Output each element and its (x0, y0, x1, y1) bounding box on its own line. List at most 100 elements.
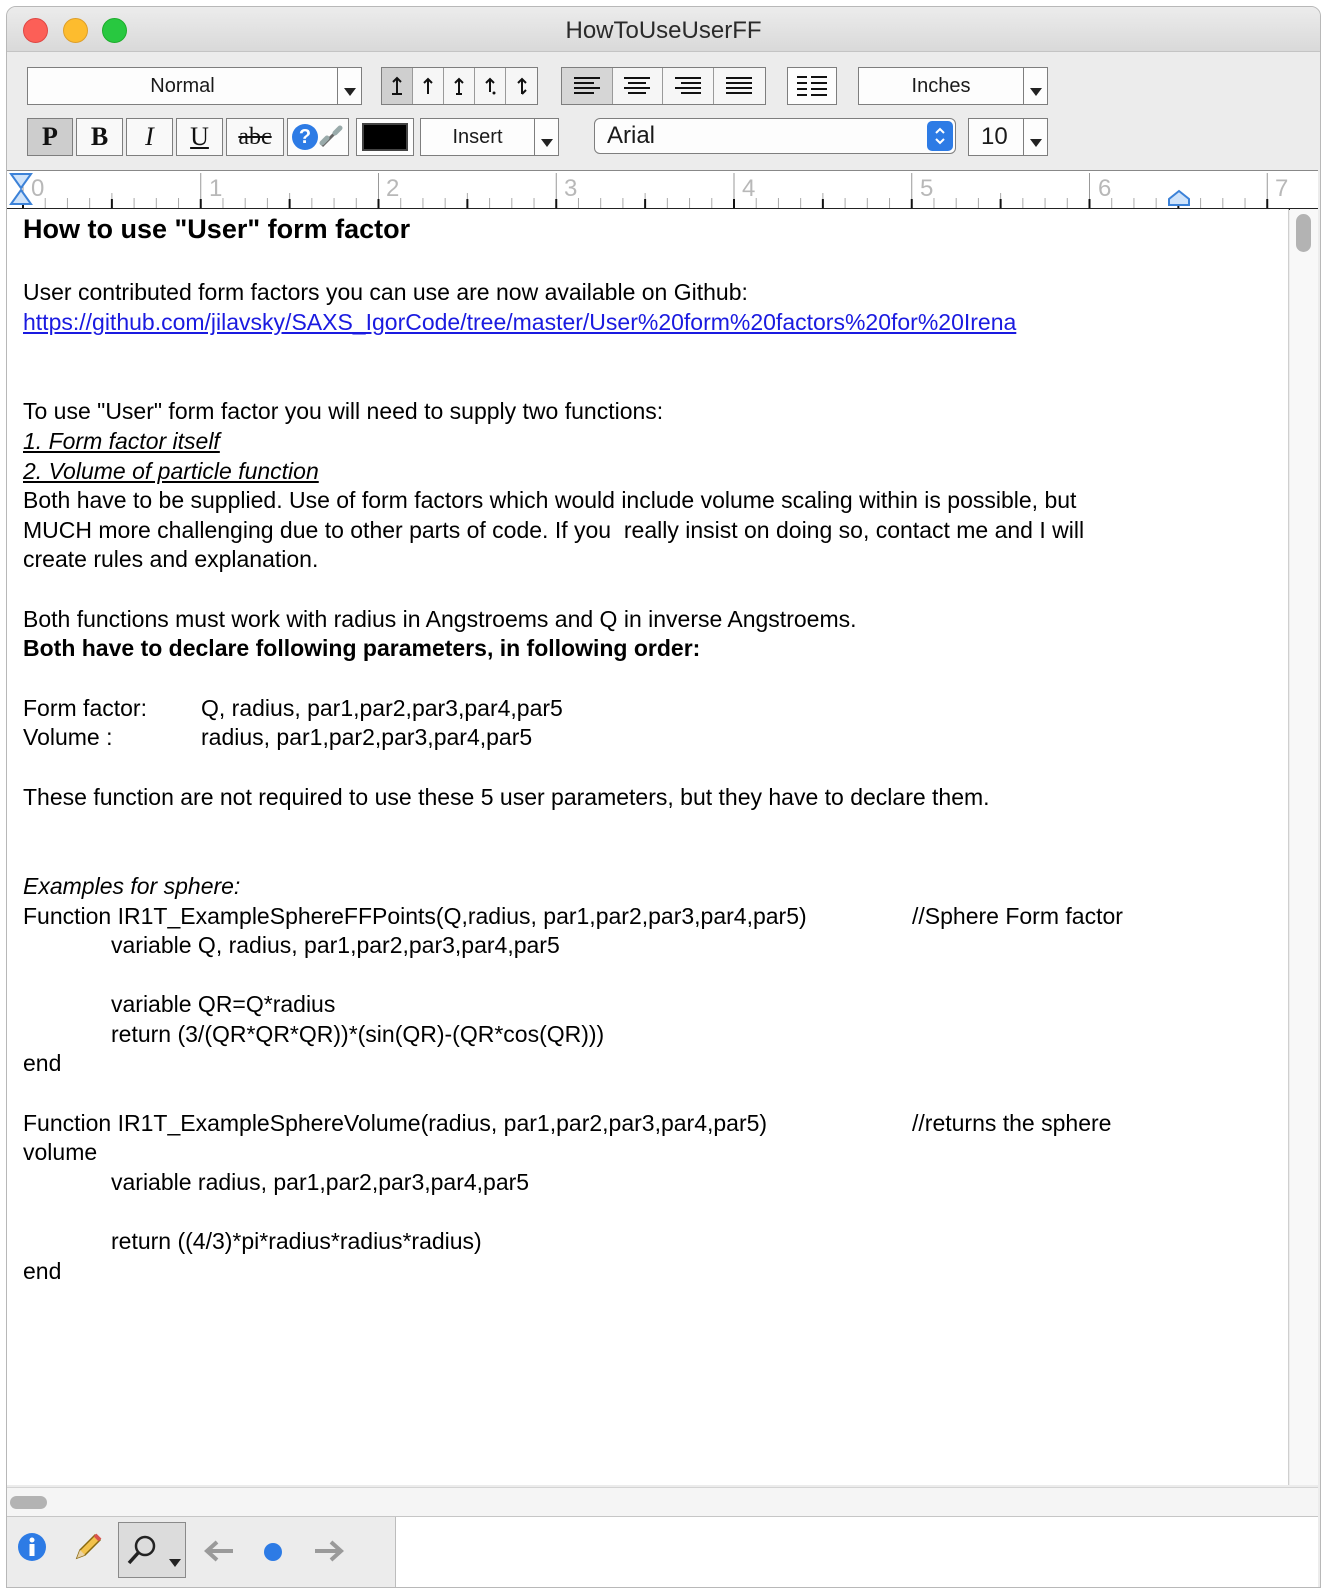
github-link[interactable]: https://github.com/jilavsky/SAXS_IgorCod… (23, 308, 1016, 336)
list-icon (797, 76, 827, 96)
paragraph-line: MUCH more challenging due to other parts… (23, 517, 1085, 543)
code-comment: //returns the sphere (912, 1110, 1112, 1136)
horizontal-scroll-thumb[interactable] (10, 1496, 47, 1509)
units-value: Inches (911, 74, 971, 97)
help-link-button[interactable]: ? (287, 118, 349, 156)
ruler-label: 7 (1275, 175, 1289, 202)
align-justify-icon (726, 77, 753, 94)
parameters-heading: Both have to declare following parameter… (23, 635, 701, 661)
bottom-toolbar (7, 1516, 1318, 1587)
tabs-list-button[interactable] (787, 67, 837, 105)
code-line: variable radius, par1,par2,par3,par4,par… (111, 1169, 530, 1195)
font-select[interactable]: Arial (594, 118, 956, 154)
insert-value: Insert (452, 125, 503, 148)
vertical-scroll-thumb[interactable] (1296, 214, 1311, 252)
arrow-up-icon (423, 77, 433, 94)
code-line: volume (23, 1139, 98, 1165)
list-item-form-factor: 1. Form factor itself (23, 428, 220, 454)
forward-arrow-icon[interactable] (313, 1538, 345, 1564)
intro-text: User contributed form factors you can us… (23, 279, 748, 305)
arrow-up-icon (516, 77, 527, 95)
window-title: HowToUseUserFF (565, 17, 762, 44)
alignment-button-group (561, 67, 766, 105)
ruler-label: 0 (31, 175, 45, 202)
search-icon (127, 1535, 156, 1565)
plain-text-button[interactable]: P (27, 118, 73, 156)
examples-heading: Examples for sphere: (23, 873, 241, 899)
ruler-label: 3 (564, 175, 578, 202)
chevron-down-icon (1023, 119, 1047, 155)
paragraph-style-select[interactable]: Normal (27, 67, 362, 105)
color-button[interactable] (356, 118, 414, 156)
italic-button[interactable]: I (126, 118, 173, 156)
search-button[interactable] (118, 1522, 186, 1578)
line-spacing-icon (392, 76, 402, 95)
code-line: return ((4/3)*pi*radius*radius*radius) (111, 1228, 482, 1254)
pencil-icon[interactable] (71, 1530, 105, 1564)
spacing-up-button[interactable] (413, 68, 444, 104)
code-line: variable QR=Q*radius (111, 991, 336, 1017)
ruler-ticks (22, 173, 1269, 208)
spacing-before-button[interactable] (475, 68, 506, 104)
chevron-down-icon (337, 68, 361, 104)
code-comment: //Sphere Form factor (912, 903, 1123, 929)
units-select[interactable]: Inches (858, 67, 1048, 105)
align-right-icon (674, 77, 701, 94)
form-factor-label: Form factor: (23, 695, 147, 721)
info-icon[interactable] (16, 1531, 48, 1563)
functions-intro-text: To use "User" form factor you will need … (23, 398, 664, 424)
list-item-volume: 2. Volume of particle function (23, 458, 319, 484)
paragraph-line: Both have to be supplied. Use of form fa… (23, 487, 1077, 513)
spacing-after-button[interactable] (506, 68, 537, 104)
code-line: return (3/(QR*QR*QR))*(sin(QR)-(QR*cos(Q… (111, 1021, 605, 1047)
ruler-label: 5 (920, 175, 934, 202)
align-left-button[interactable] (562, 68, 613, 104)
volume-label: Volume : (23, 724, 113, 750)
font-size-select[interactable]: 10 (968, 118, 1048, 156)
align-right-button[interactable] (663, 68, 714, 104)
code-line: Function IR1T_ExampleSphereFFPoints(Q,ra… (23, 903, 807, 929)
volume-params: radius, par1,par2,par3,par4,par5 (201, 724, 533, 750)
note-text: These function are not required to use t… (23, 784, 990, 810)
code-line: end (23, 1050, 62, 1076)
code-line: Function IR1T_ExampleSphereVolume(radius… (23, 1110, 768, 1136)
current-position-icon[interactable] (262, 1541, 284, 1563)
document-window: HowToUseUserFF Normal Inches P B I U abc… (6, 6, 1321, 1588)
title-bar[interactable]: HowToUseUserFF (7, 7, 1320, 52)
insert-select[interactable]: Insert (420, 118, 559, 156)
spacing-single-button[interactable] (382, 68, 413, 104)
align-center-button[interactable] (613, 68, 663, 104)
strikethrough-button[interactable]: abc (226, 118, 284, 156)
vertical-scrollbar[interactable] (1290, 209, 1318, 1485)
ruler-label: 2 (386, 175, 400, 202)
spacing-button-group (381, 67, 538, 105)
ruler[interactable]: 0 1 2 3 4 5 6 7 (7, 170, 1318, 210)
right-margin-marker-icon[interactable] (1167, 189, 1191, 207)
document-heading: How to use "User" form factor (23, 214, 411, 244)
align-justify-button[interactable] (714, 68, 765, 104)
chevron-down-icon (169, 1559, 181, 1567)
horizontal-scrollbar[interactable] (7, 1487, 1318, 1516)
paragraph-line: create rules and explanation. (23, 546, 319, 572)
bold-button[interactable]: B (76, 118, 123, 156)
help-icon: ? (292, 124, 318, 150)
underline-button[interactable]: U (176, 118, 223, 156)
arrow-up-icon (485, 77, 496, 95)
updown-arrows-icon (927, 121, 953, 151)
chevron-down-icon (1023, 68, 1047, 104)
ruler-label: 6 (1098, 175, 1112, 202)
spacing-double-button[interactable] (444, 68, 475, 104)
link-icon (319, 125, 343, 148)
back-arrow-icon[interactable] (203, 1538, 235, 1564)
align-left-icon (573, 77, 600, 94)
code-line: variable Q, radius, par1,par2,par3,par4,… (111, 932, 560, 958)
font-value: Arial (607, 122, 656, 149)
document-text-area[interactable]: How to use "User" form factor User contr… (7, 209, 1289, 1485)
code-line: end (23, 1258, 62, 1284)
ruler-label: 1 (209, 175, 223, 202)
font-size-value: 10 (981, 123, 1008, 150)
status-message-field (395, 1517, 1318, 1587)
ruler-label: 4 (742, 175, 756, 202)
arrow-up-icon (454, 77, 464, 95)
form-factor-params: Q, radius, par1,par2,par3,par4,par5 (201, 695, 563, 721)
